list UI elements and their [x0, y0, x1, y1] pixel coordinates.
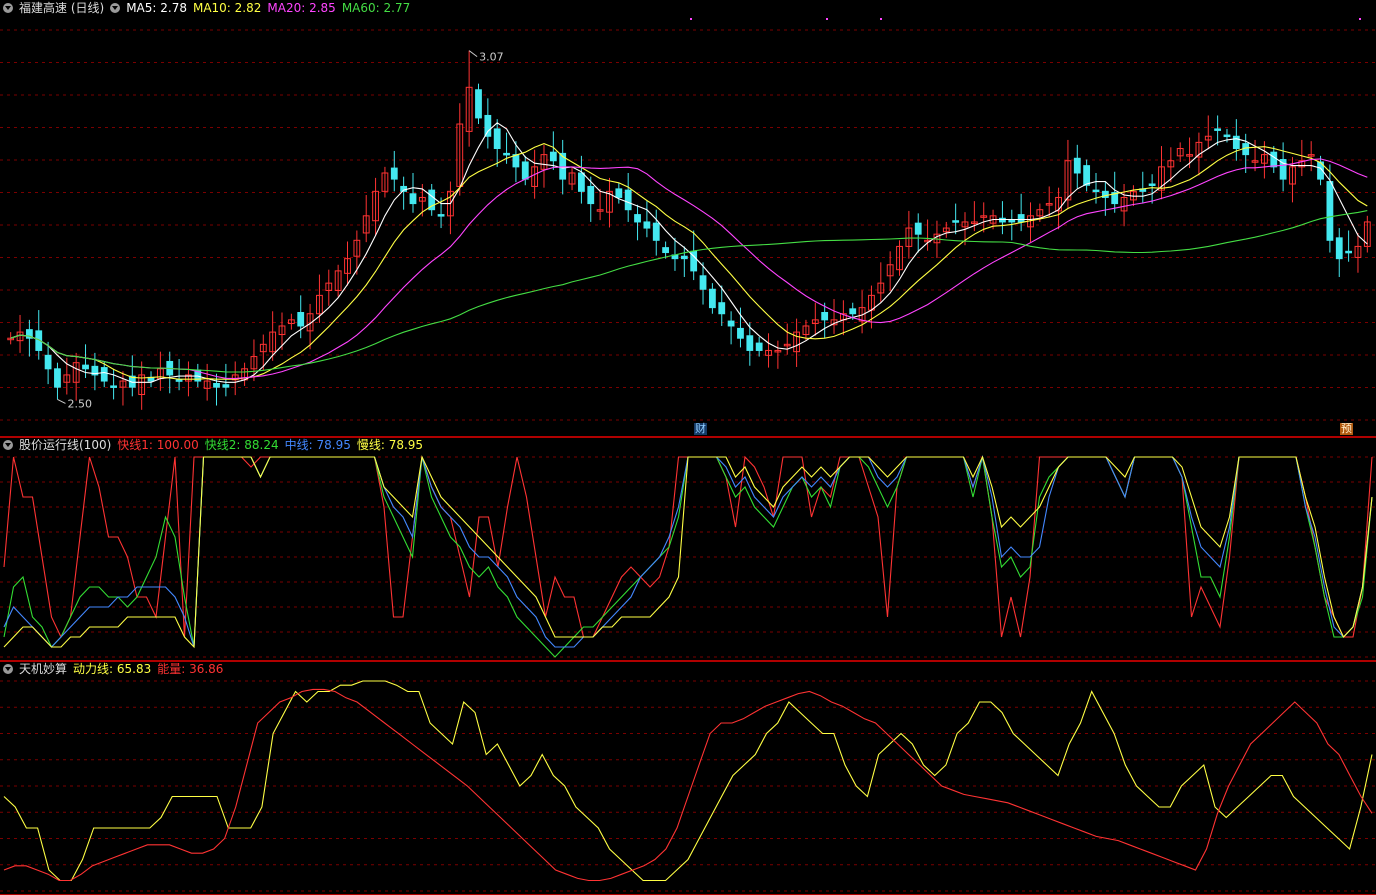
candle — [578, 172, 585, 192]
candle — [699, 275, 707, 290]
candle — [999, 217, 1006, 223]
candle — [914, 222, 922, 235]
indicator-panel-2: 天机妙算 动力线: 65.83 能量: 36.86 — [0, 661, 1376, 895]
event-dot — [1359, 18, 1361, 20]
nengliang-label: 能量: 36.86 — [157, 662, 224, 676]
price-panel: 3.07 2.50 福建高速 (日线) MA5: 2.78 MA10: 2.82 … — [0, 0, 1376, 437]
candle — [634, 214, 641, 223]
high-label: 3.07 — [479, 51, 504, 64]
low-pointer — [57, 398, 66, 404]
candle — [54, 368, 61, 388]
series-line-3 — [3, 455, 1373, 649]
candle — [222, 384, 230, 388]
ma5-label: MA5: 2.78 — [126, 1, 187, 15]
candle — [737, 327, 744, 339]
kuaixian1-label: 快线1: 100.00 — [117, 438, 199, 452]
ma60-line — [10, 210, 1368, 373]
ma5-line — [10, 122, 1368, 383]
candle — [475, 89, 482, 119]
indicator1-header: 股价运行线(100) 快线1: 100.00 快线2: 88.24 中线: 78… — [0, 437, 429, 453]
candle — [624, 189, 632, 211]
candle — [213, 382, 220, 388]
candle — [1017, 214, 1025, 223]
stock-title: 福建高速 (日线) — [19, 1, 105, 15]
zhongxian-label: 中线: 78.95 — [284, 438, 351, 452]
donglixian-label: 动力线: 65.83 — [73, 662, 152, 676]
candle — [100, 367, 108, 382]
ma20-line — [10, 158, 1368, 380]
indicator-chart-1 — [0, 437, 1376, 661]
indicator1-menu-icon[interactable] — [3, 440, 13, 450]
candle — [549, 151, 557, 162]
candle — [1214, 128, 1222, 131]
candle — [390, 167, 398, 180]
candle — [503, 152, 510, 156]
candle — [849, 308, 857, 315]
kuaixian2-label: 快线2: 88.24 — [204, 438, 279, 452]
series-line-0 — [3, 455, 1373, 639]
manxian-label: 慢线: 78.95 — [356, 438, 424, 452]
event-dot — [826, 18, 828, 20]
candle — [708, 288, 716, 309]
indicator-chart-2 — [0, 661, 1376, 895]
ma60-label: MA60: 2.77 — [341, 1, 411, 15]
candle — [484, 114, 492, 137]
candle — [1335, 237, 1343, 260]
high-pointer — [468, 50, 478, 57]
candle — [44, 354, 52, 370]
caibao-marker[interactable]: 财 — [694, 423, 707, 435]
indicator1-title: 股价运行线(100) — [19, 438, 112, 452]
panel-menu-icon[interactable] — [3, 3, 13, 13]
candle — [1232, 135, 1240, 150]
candle — [643, 221, 651, 229]
candle — [297, 312, 305, 327]
price-header: 福建高速 (日线) MA5: 2.78 MA10: 2.82 MA20: 2.8… — [0, 0, 416, 16]
ma10-line — [10, 143, 1368, 380]
candle — [615, 188, 623, 198]
candle — [1326, 181, 1334, 241]
candle — [1270, 151, 1278, 168]
candle — [652, 222, 660, 241]
candle — [175, 379, 183, 382]
candle — [746, 335, 754, 351]
candle — [680, 255, 688, 260]
candle — [437, 214, 445, 217]
yugao-marker[interactable]: 预 — [1340, 423, 1353, 435]
candle — [512, 154, 520, 168]
candle — [1148, 183, 1156, 186]
candle — [1223, 134, 1231, 138]
candle — [521, 161, 529, 180]
candle — [587, 185, 595, 205]
indicator-panel-1: 股价运行线(100) 快线1: 100.00 快线2: 88.24 中线: 78… — [0, 437, 1376, 661]
candle — [755, 342, 763, 351]
low-label: 2.50 — [67, 397, 92, 410]
candle — [952, 220, 960, 223]
candle — [1345, 250, 1353, 254]
event-dot — [880, 18, 882, 20]
candle — [1073, 157, 1081, 174]
candle — [662, 247, 670, 254]
price-chart: 3.07 2.50 — [0, 18, 1376, 437]
event-dot — [690, 18, 692, 20]
indicator2-menu-icon[interactable] — [3, 664, 13, 674]
candle — [1092, 189, 1100, 193]
candle — [493, 128, 501, 150]
series-line-1 — [3, 688, 1373, 882]
ma-menu-icon[interactable] — [110, 3, 121, 13]
candle — [409, 193, 417, 205]
ma10-label: MA10: 2.82 — [192, 1, 262, 15]
candle — [821, 312, 829, 321]
candle — [82, 364, 89, 370]
series-line-2 — [3, 454, 1373, 648]
candle — [1083, 165, 1091, 186]
indicator2-header: 天机妙算 动力线: 65.83 能量: 36.86 — [0, 661, 229, 677]
ma20-label: MA20: 2.85 — [267, 1, 336, 15]
candle — [110, 385, 117, 388]
candle — [727, 320, 735, 327]
indicator2-title: 天机妙算 — [19, 662, 68, 676]
candle — [718, 302, 726, 315]
